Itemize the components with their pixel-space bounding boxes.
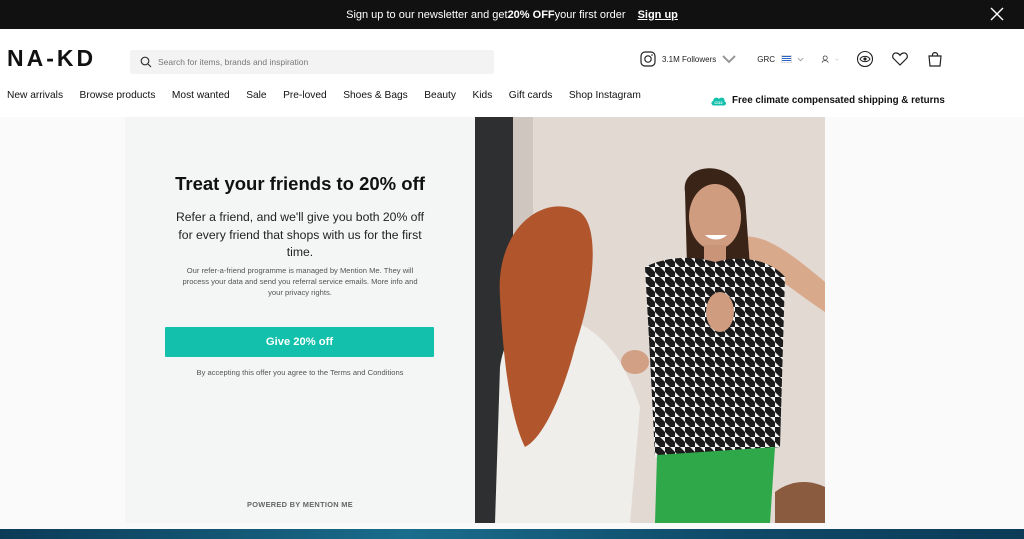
account-button[interactable] <box>821 50 839 68</box>
cloud-icon: CO2 <box>711 97 727 106</box>
nav-item-most-wanted[interactable]: Most wanted <box>172 90 230 101</box>
country-selector[interactable]: GRC <box>757 55 804 64</box>
nav-item-shoes-bags[interactable]: Shoes & Bags <box>343 90 408 101</box>
main-nav: New arrivals Browse products Most wanted… <box>7 90 657 101</box>
climate-banner: CO2 Free climate compensated shipping & … <box>710 95 945 106</box>
terms-text[interactable]: By accepting this offer you agree to the… <box>125 368 475 377</box>
close-icon[interactable] <box>990 7 1004 21</box>
instagram-followers[interactable]: 3.1M Followers <box>640 51 743 67</box>
header-actions: 3.1M Followers GRC <box>640 49 944 69</box>
nav-item-shop-instagram[interactable]: Shop Instagram <box>569 90 641 101</box>
heart-icon <box>892 52 908 66</box>
search-bar[interactable] <box>130 50 494 74</box>
chevron-down-icon <box>722 55 736 64</box>
nav-item-beauty[interactable]: Beauty <box>424 90 456 101</box>
co2-badge: CO2 <box>714 100 723 105</box>
climate-text: Free climate compensated shipping & retu… <box>732 95 945 106</box>
cart-button[interactable] <box>926 50 944 68</box>
newsletter-text-pre: Sign up to our newsletter and get <box>346 8 508 21</box>
wishlist-button[interactable] <box>891 50 909 68</box>
newsletter-banner: Sign up to our newsletter and get 20% OF… <box>0 0 1024 29</box>
bag-icon <box>928 52 942 67</box>
newsletter-text-post: your first order <box>554 8 626 21</box>
footer-strip <box>0 529 1024 539</box>
photo-illustration <box>475 117 825 523</box>
give-discount-button[interactable]: Give 20% off <box>165 327 434 357</box>
chevron-down-icon <box>797 57 804 61</box>
account-icon <box>821 55 829 63</box>
powered-by: POWERED BY MENTION ME <box>247 500 353 509</box>
eye-icon <box>856 50 874 68</box>
referral-title: Treat your friends to 20% off <box>175 173 425 194</box>
nav-item-kids[interactable]: Kids <box>472 90 492 101</box>
referral-panel: Treat your friends to 20% off Refer a fr… <box>125 117 475 523</box>
nav-item-sale[interactable]: Sale <box>246 90 266 101</box>
chevron-down-icon <box>835 58 839 61</box>
nav-item-browse-products[interactable]: Browse products <box>80 90 156 101</box>
country-code: GRC <box>757 54 776 64</box>
recently-viewed-button[interactable] <box>856 50 874 68</box>
search-input[interactable] <box>158 57 478 67</box>
nav-item-new-arrivals[interactable]: New arrivals <box>7 90 63 101</box>
nav-item-gift-cards[interactable]: Gift cards <box>509 90 553 101</box>
search-icon <box>140 56 152 68</box>
referral-description: Refer a friend, and we'll give you both … <box>175 210 425 259</box>
newsletter-discount: 20% OFF <box>507 8 555 21</box>
instagram-icon <box>640 51 656 67</box>
logo[interactable]: NA-KD <box>7 45 96 72</box>
flag-icon <box>781 55 793 63</box>
nav-item-pre-loved[interactable]: Pre-loved <box>283 90 327 101</box>
instagram-followers-count: 3.1M Followers <box>662 54 717 64</box>
site-header: NA-KD 3.1M Followers GRC New arri <box>0 29 1024 117</box>
referral-photo <box>475 117 825 523</box>
signup-link[interactable]: Sign up <box>638 9 678 21</box>
referral-privacy-text: Our refer-a-friend programme is managed … <box>182 266 418 297</box>
